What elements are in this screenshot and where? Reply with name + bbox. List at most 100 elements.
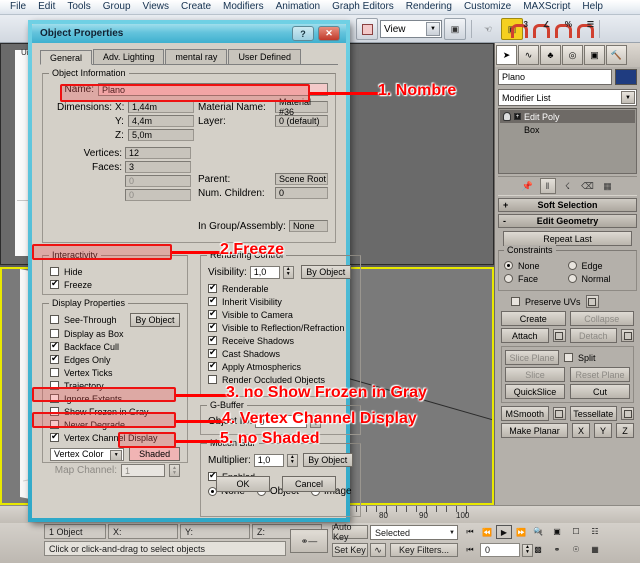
lock-selection-button[interactable]: ⚭—	[290, 529, 328, 553]
receive-shadows-row[interactable]: Receive Shadows	[208, 334, 353, 347]
play-animation-icon[interactable]: ▶	[496, 525, 512, 539]
map-channel-field[interactable]: 1	[121, 464, 165, 477]
motion-blur-by-object-button[interactable]: By Object	[303, 453, 353, 467]
zoom-extents-all-icon[interactable]: ☷	[587, 524, 603, 538]
menu-item-edit[interactable]: Edit	[32, 0, 61, 14]
freeze-checkbox-row[interactable]: Freeze	[50, 278, 180, 291]
checkbox-icon[interactable]	[564, 353, 573, 362]
msmooth-button[interactable]: MSmooth	[501, 406, 549, 421]
checkbox-icon[interactable]	[50, 280, 59, 289]
previous-frame-icon[interactable]: ⏪	[479, 525, 495, 539]
slice-button[interactable]: Slice	[505, 367, 565, 382]
tab-utilities[interactable]: 🔨	[606, 45, 627, 65]
checkbox-icon[interactable]	[208, 375, 217, 384]
menu-item-help[interactable]: Help	[576, 0, 609, 14]
object-name-input[interactable]: Plano	[98, 83, 328, 96]
multiplier-field[interactable]: 1,0	[254, 454, 284, 467]
attach-settings-button[interactable]	[553, 329, 566, 342]
x-coordinate-field[interactable]: X:	[108, 524, 178, 539]
menu-item-group[interactable]: Group	[97, 0, 137, 14]
configure-sets-icon[interactable]: ▦	[600, 178, 616, 194]
make-planar-button[interactable]: Make Planar	[501, 423, 568, 438]
detach-button[interactable]: Detach	[570, 328, 618, 343]
menu-item-customize[interactable]: Customize	[458, 0, 517, 14]
current-frame-field[interactable]: 0	[480, 543, 520, 557]
spinner-snap-toggle-icon[interactable]: ☰	[574, 20, 594, 38]
constraint-normal[interactable]: Normal	[568, 272, 632, 285]
angle-snap-toggle-icon[interactable]: ∠	[530, 20, 550, 38]
pin-stack-icon[interactable]: 📌	[520, 178, 536, 194]
never-degrade-row[interactable]: Never Degrade	[50, 418, 180, 431]
checkbox-icon[interactable]	[208, 310, 217, 319]
tab-mental-ray[interactable]: mental ray	[165, 49, 227, 64]
menu-item-views[interactable]: Views	[137, 0, 176, 14]
show-end-result-icon[interactable]: ‖	[540, 178, 556, 194]
arc-rotate-icon[interactable]: ☉	[568, 542, 584, 556]
close-button[interactable]: ✕	[318, 26, 340, 41]
visibility-spinner[interactable]: ▲▼	[283, 266, 294, 279]
constraint-edge[interactable]: Edge	[568, 259, 632, 272]
radio-icon[interactable]	[504, 261, 513, 270]
rendering-by-object-button[interactable]: By Object	[301, 265, 351, 279]
preserve-uvs-row[interactable]: Preserve UVs	[511, 295, 640, 308]
quickslice-button[interactable]: QuickSlice	[505, 384, 565, 399]
zoom-all-icon[interactable]: ▣	[549, 524, 565, 538]
collapse-button[interactable]: Collapse	[570, 311, 635, 326]
checkbox-icon[interactable]	[208, 297, 217, 306]
tab-hierarchy[interactable]: ♣	[540, 45, 561, 65]
dialog-title-bar[interactable]: Object Properties ? ✕	[32, 24, 346, 43]
reference-coordinate-swatch-button[interactable]	[356, 18, 378, 40]
next-frame-icon[interactable]: ⏩	[513, 525, 529, 539]
coordinate-system-combo[interactable]: View ▼	[380, 20, 442, 38]
constraint-none[interactable]: None	[504, 259, 568, 272]
help-button[interactable]: ?	[292, 26, 314, 41]
vertex-ticks-row[interactable]: Vertex Ticks	[50, 366, 180, 379]
apply-atmospherics-row[interactable]: Apply Atmospherics	[208, 360, 353, 373]
chevron-down-icon[interactable]: ▼	[110, 450, 122, 461]
shaded-button[interactable]: Shaded	[129, 447, 180, 461]
checkbox-icon[interactable]	[50, 394, 59, 403]
cancel-button[interactable]: Cancel	[282, 476, 336, 492]
visible-to-camera-row[interactable]: Visible to Camera	[208, 308, 353, 321]
checkbox-icon[interactable]	[50, 315, 59, 324]
auto-key-button[interactable]: Auto Key	[332, 525, 368, 539]
modifier-list-combo[interactable]: Modifier List ▼	[498, 89, 637, 106]
see-through-row[interactable]: See-Through	[50, 313, 130, 326]
go-to-start-icon[interactable]: ⏮	[462, 525, 478, 539]
tab-adv-lighting[interactable]: Adv. Lighting	[93, 49, 164, 64]
multiplier-spinner[interactable]: ▲▼	[287, 454, 298, 467]
key-filters-button[interactable]: Key Filters...	[390, 543, 458, 557]
slice-plane-button[interactable]: Slice Plane	[505, 350, 559, 365]
rollout-header-soft-selection[interactable]: + Soft Selection	[498, 198, 637, 212]
backface-cull-row[interactable]: Backface Cull	[50, 340, 180, 353]
menu-item-maxscript[interactable]: MAXScript	[517, 0, 576, 14]
object-color-swatch[interactable]	[615, 69, 637, 85]
menu-item-modifiers[interactable]: Modifiers	[217, 0, 270, 14]
checkbox-icon[interactable]	[208, 284, 217, 293]
checkbox-icon[interactable]	[208, 362, 217, 371]
percent-snap-toggle-icon[interactable]: %	[552, 20, 572, 38]
radio-icon[interactable]	[568, 274, 577, 283]
constraint-face[interactable]: Face	[504, 272, 568, 285]
tab-create[interactable]: ➤	[496, 45, 517, 65]
expand-plus-icon[interactable]: +	[514, 113, 521, 120]
msmooth-settings-button[interactable]	[553, 407, 566, 420]
checkbox-icon[interactable]	[208, 323, 217, 332]
tessellate-settings-button[interactable]	[621, 407, 634, 420]
key-mode-combo[interactable]: Selected ▼	[370, 525, 458, 540]
tab-user-defined[interactable]: User Defined	[228, 49, 301, 64]
y-coordinate-field[interactable]: Y:	[180, 524, 250, 539]
stack-item-box[interactable]: Box	[500, 123, 635, 136]
checkbox-icon[interactable]	[50, 355, 59, 364]
cut-button[interactable]: Cut	[570, 384, 630, 399]
visibility-field[interactable]: 1,0	[250, 266, 280, 279]
tab-motion[interactable]: ◎	[562, 45, 583, 65]
tessellate-button[interactable]: Tessellate	[570, 406, 618, 421]
checkbox-icon[interactable]	[208, 349, 217, 358]
checkbox-icon[interactable]	[50, 381, 59, 390]
zoom-extents-icon[interactable]: ☐	[568, 524, 584, 538]
maximize-viewport-icon[interactable]: ▦	[587, 542, 603, 556]
show-frozen-in-gray-row[interactable]: Show Frozen in Gray	[50, 405, 180, 418]
checkbox-icon[interactable]	[50, 329, 59, 338]
trajectory-row[interactable]: Trajectory	[50, 379, 180, 392]
